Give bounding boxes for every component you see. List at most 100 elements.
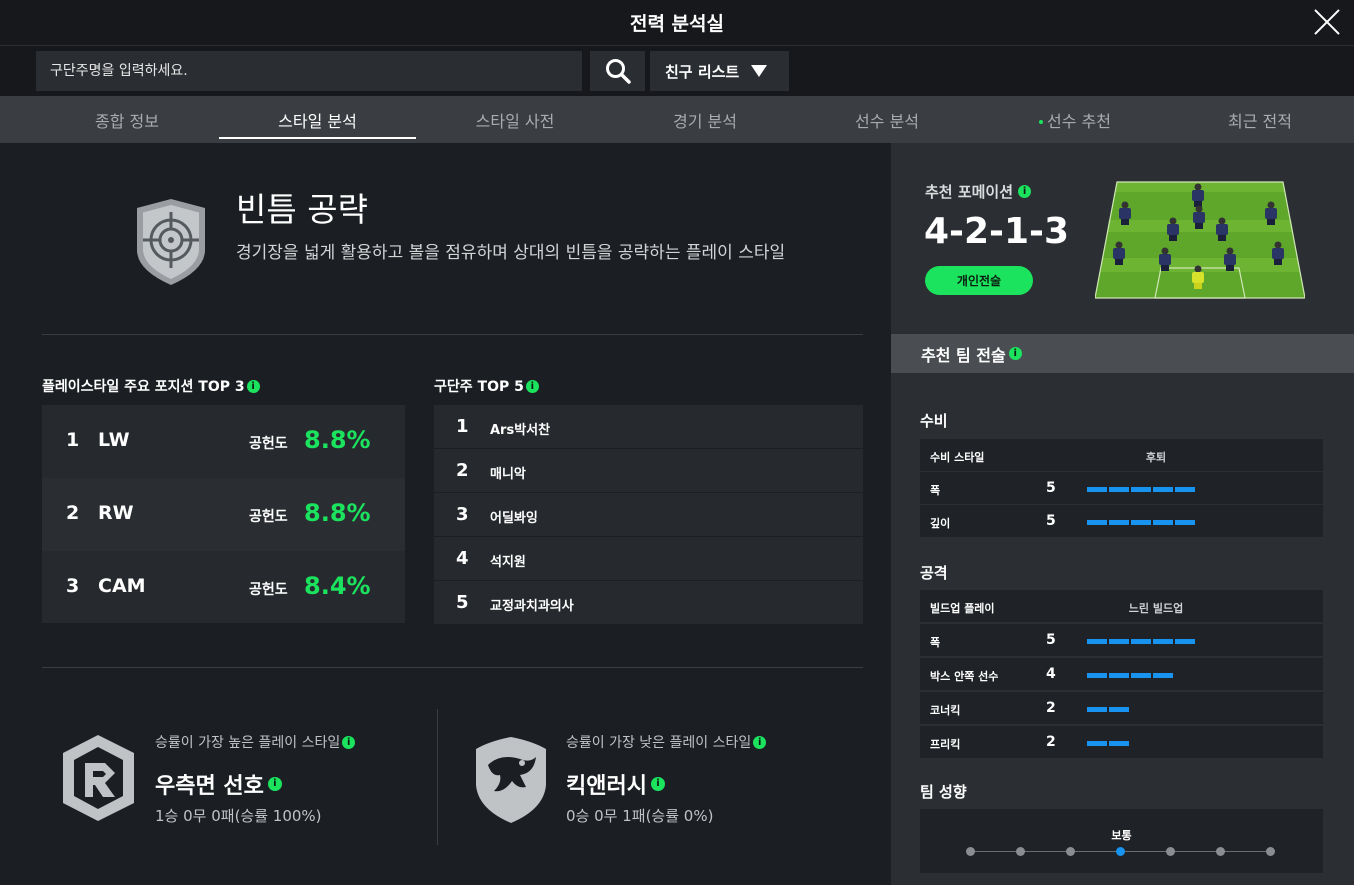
divider xyxy=(437,709,438,845)
positions-top-title: 플레이스타일 주요 포지션 TOP 3i xyxy=(42,376,260,396)
table-row: 2 RW 공헌도 8.8% xyxy=(42,478,405,551)
level-segment xyxy=(1087,520,1107,525)
level-bar xyxy=(1087,639,1195,644)
level-bar xyxy=(1087,707,1129,712)
formation-value: 4-2-1-3 xyxy=(924,211,1070,252)
friend-list-label: 친구 리스트 xyxy=(665,62,740,81)
kick-and-rush-style-icon xyxy=(476,737,546,823)
tendency-dot[interactable] xyxy=(1016,847,1025,856)
level-segment xyxy=(1109,487,1129,492)
right-flank-style-icon xyxy=(63,735,134,821)
level-segment xyxy=(1131,520,1151,525)
tendency-dot[interactable] xyxy=(1116,847,1125,856)
table-row: 폭5 xyxy=(920,624,1323,656)
level-segment xyxy=(1153,487,1173,492)
worst-style-name: 킥앤러시 i xyxy=(566,768,665,800)
level-bar xyxy=(1087,673,1173,678)
tab-bar: 종합 정보 스타일 분석 스타일 사전 경기 분석 선수 분석 선수 추천 최근… xyxy=(0,96,1354,143)
chevron-down-icon xyxy=(751,65,768,77)
positions-top-table: 1 LW 공헌도 8.8% 2 RW 공헌도 8.8% 3 CAM 공헌도 8.… xyxy=(42,405,405,623)
level-segment xyxy=(1087,487,1107,492)
level-segment xyxy=(1153,520,1173,525)
style-name: 빈틈 공략 xyxy=(236,190,368,229)
managers-top-title: 구단주 TOP 5i xyxy=(434,376,539,396)
friend-list-dropdown[interactable]: 친구 리스트 xyxy=(650,51,789,91)
info-icon[interactable]: i xyxy=(753,735,767,749)
info-icon[interactable]: i xyxy=(246,379,260,393)
tendency-label: 보통 xyxy=(1111,829,1132,842)
tab-player-analysis[interactable]: 선수 분석 xyxy=(792,96,982,143)
formation-pitch[interactable] xyxy=(1095,180,1305,300)
table-row: 코너킥 2 xyxy=(920,692,1323,724)
info-icon[interactable]: i xyxy=(525,379,539,393)
table-row: 3 CAM 공헌도 8.4% xyxy=(66,572,371,600)
tendency-dot[interactable] xyxy=(1216,847,1225,856)
level-segment xyxy=(1153,673,1173,678)
page-title: 전력 분석실 xyxy=(629,13,724,35)
level-segment xyxy=(1153,639,1173,644)
tab-match-analysis[interactable]: 경기 분석 xyxy=(610,96,800,143)
tendency-dot[interactable] xyxy=(1166,847,1175,856)
tendency-title: 팀 성향 xyxy=(920,783,967,801)
tab-style-analysis[interactable]: 스타일 분석 xyxy=(219,96,416,143)
search-bar: 친구 리스트 xyxy=(0,46,1354,96)
team-tactic-header: 추천 팀 전술 i xyxy=(891,334,1354,373)
level-segment xyxy=(1175,639,1195,644)
tendency-dot[interactable] xyxy=(966,847,975,856)
best-style-name: 우측면 선호 i xyxy=(155,768,282,800)
managers-top-list: 1 Ars박서찬 2 매니악 3 어딜봐잉 4 석지원 5 교정과치과의사 xyxy=(434,405,863,624)
level-segment xyxy=(1131,673,1151,678)
search-button[interactable] xyxy=(590,51,645,91)
level-segment xyxy=(1087,673,1107,678)
level-bar xyxy=(1087,520,1195,525)
info-icon[interactable]: i xyxy=(1008,347,1022,360)
divider xyxy=(42,334,863,335)
best-style-label: 승률이 가장 높은 플레이 스타일 i xyxy=(155,732,356,752)
best-style-record: 1승 0무 0패(승률 100%) xyxy=(155,807,322,825)
attack-title: 공격 xyxy=(920,564,948,582)
tendency-dot[interactable] xyxy=(1266,847,1275,856)
level-segment xyxy=(1175,520,1195,525)
new-dot-icon xyxy=(1039,119,1044,124)
crosshair-shield-icon xyxy=(137,199,205,285)
level-segment xyxy=(1109,639,1129,644)
list-item[interactable]: 4 석지원 xyxy=(434,537,863,580)
table-row: 빌드업 플레이 느린 빌드업 xyxy=(920,590,1323,622)
level-segment xyxy=(1131,487,1151,492)
individual-tactic-button[interactable]: 개인전술 xyxy=(925,266,1033,295)
search-icon xyxy=(605,59,631,84)
formation-label: 추천 포메이션 i xyxy=(925,181,1032,202)
info-icon[interactable]: i xyxy=(1018,185,1032,198)
level-segment xyxy=(1109,673,1129,678)
defense-title: 수비 xyxy=(920,412,948,430)
worst-style-record: 0승 0무 1패(승률 0%) xyxy=(566,807,714,825)
info-icon[interactable]: i xyxy=(342,735,356,749)
list-item[interactable]: 3 어딜봐잉 xyxy=(434,493,863,536)
level-segment xyxy=(1109,707,1129,712)
info-icon[interactable]: i xyxy=(650,777,665,791)
tab-style-dictionary[interactable]: 스타일 사전 xyxy=(418,96,612,143)
level-segment xyxy=(1087,639,1107,644)
tendency-dot[interactable] xyxy=(1066,847,1075,856)
level-bar xyxy=(1087,741,1129,746)
level-segment xyxy=(1175,487,1195,492)
close-icon[interactable] xyxy=(1312,7,1342,37)
level-segment xyxy=(1087,707,1107,712)
table-row: 박스 안쪽 선수 4 xyxy=(920,658,1323,690)
worst-style-label: 승률이 가장 낮은 플레이 스타일 i xyxy=(566,732,767,752)
tab-overview[interactable]: 종합 정보 xyxy=(34,96,220,143)
table-row: 수비 스타일 후퇴 xyxy=(920,439,1323,471)
level-segment xyxy=(1109,741,1129,746)
table-row: 폭5 xyxy=(920,472,1323,504)
table-row: 프리킥 2 xyxy=(920,726,1323,758)
table-row: 깊이 5 xyxy=(920,505,1323,537)
list-item[interactable]: 2 매니악 xyxy=(434,449,863,492)
search-input[interactable] xyxy=(36,51,582,91)
level-segment xyxy=(1109,520,1129,525)
info-icon[interactable]: i xyxy=(267,777,282,791)
tab-player-recommend[interactable]: 선수 추천 xyxy=(978,96,1172,143)
table-row: 1 LW 공헌도 8.8% xyxy=(66,426,371,454)
tab-recent-record[interactable]: 최근 전적 xyxy=(1166,96,1354,143)
list-item[interactable]: 1 Ars박서찬 xyxy=(434,405,863,448)
list-item[interactable]: 5 교정과치과의사 xyxy=(434,581,863,624)
